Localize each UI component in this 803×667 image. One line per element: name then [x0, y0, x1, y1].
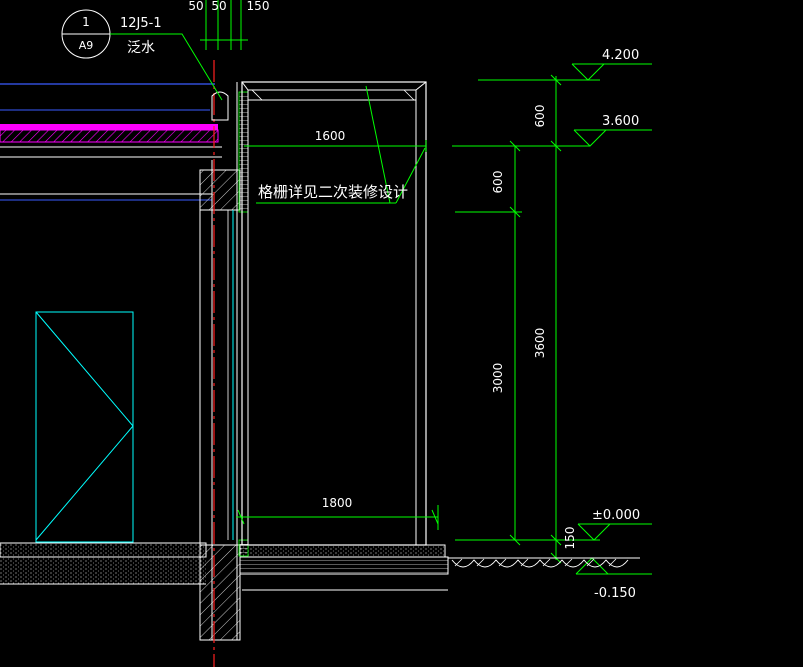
dim-outer-150: 150: [563, 527, 577, 550]
elevation-marker-minus0150: -0.150: [575, 557, 652, 601]
door-elevation: [35, 311, 134, 543]
width-dimension-upper: 1600: [244, 129, 427, 152]
elevation-3600: 3.600: [602, 114, 639, 129]
callout-reference: 12J5-1: [120, 16, 162, 31]
grille-note: 格栅详见二次装修设计: [256, 85, 426, 204]
elevation-4200: 4.200: [602, 48, 639, 63]
detail-callout: 1 A9 12J5-1 泛水: [61, 9, 223, 101]
top-dim-3: 150: [247, 0, 270, 13]
insulation-layer: [0, 129, 219, 143]
width-upper-label: 1600: [315, 129, 346, 143]
facing-layer: [238, 91, 249, 213]
elevation-marker-0000: ±0.000: [577, 508, 652, 541]
wall-column: [199, 60, 249, 667]
elevation-marker-3600: 3.600: [573, 114, 652, 147]
top-dim-1: 50: [188, 0, 203, 13]
dim-inner-3000: 3000: [491, 363, 505, 394]
grille-frame: [241, 81, 427, 546]
vertical-dimensions: 600 3000 600 3600 150: [452, 74, 600, 564]
roof-slab: [0, 83, 222, 201]
callout-label: 泛水: [127, 40, 155, 56]
width-lower-label: 1800: [322, 496, 353, 510]
dim-outer-600: 600: [533, 105, 547, 128]
dim-inner-600: 600: [491, 171, 505, 194]
callout-sheet: A9: [79, 39, 94, 52]
width-dimension-lower: 1800: [236, 496, 439, 530]
top-dimension: 50 50 150: [188, 0, 269, 50]
grille-note-text: 格栅详见二次装修设计: [258, 183, 408, 201]
waterproof-layer: [0, 124, 218, 130]
elevation-0000: ±0.000: [592, 508, 640, 523]
ground-earth-symbol: [448, 557, 640, 568]
elevation-minus0150: -0.150: [594, 586, 636, 601]
elevation-marker-4200: 4.200: [571, 48, 652, 81]
callout-number: 1: [82, 15, 90, 29]
cad-drawing-canvas: 1 A9 12J5-1 泛水 50 50 150 1600 1800 格栅详见二…: [0, 0, 652, 667]
top-dim-2: 50: [211, 0, 226, 13]
dim-outer-3600: 3600: [533, 328, 547, 359]
